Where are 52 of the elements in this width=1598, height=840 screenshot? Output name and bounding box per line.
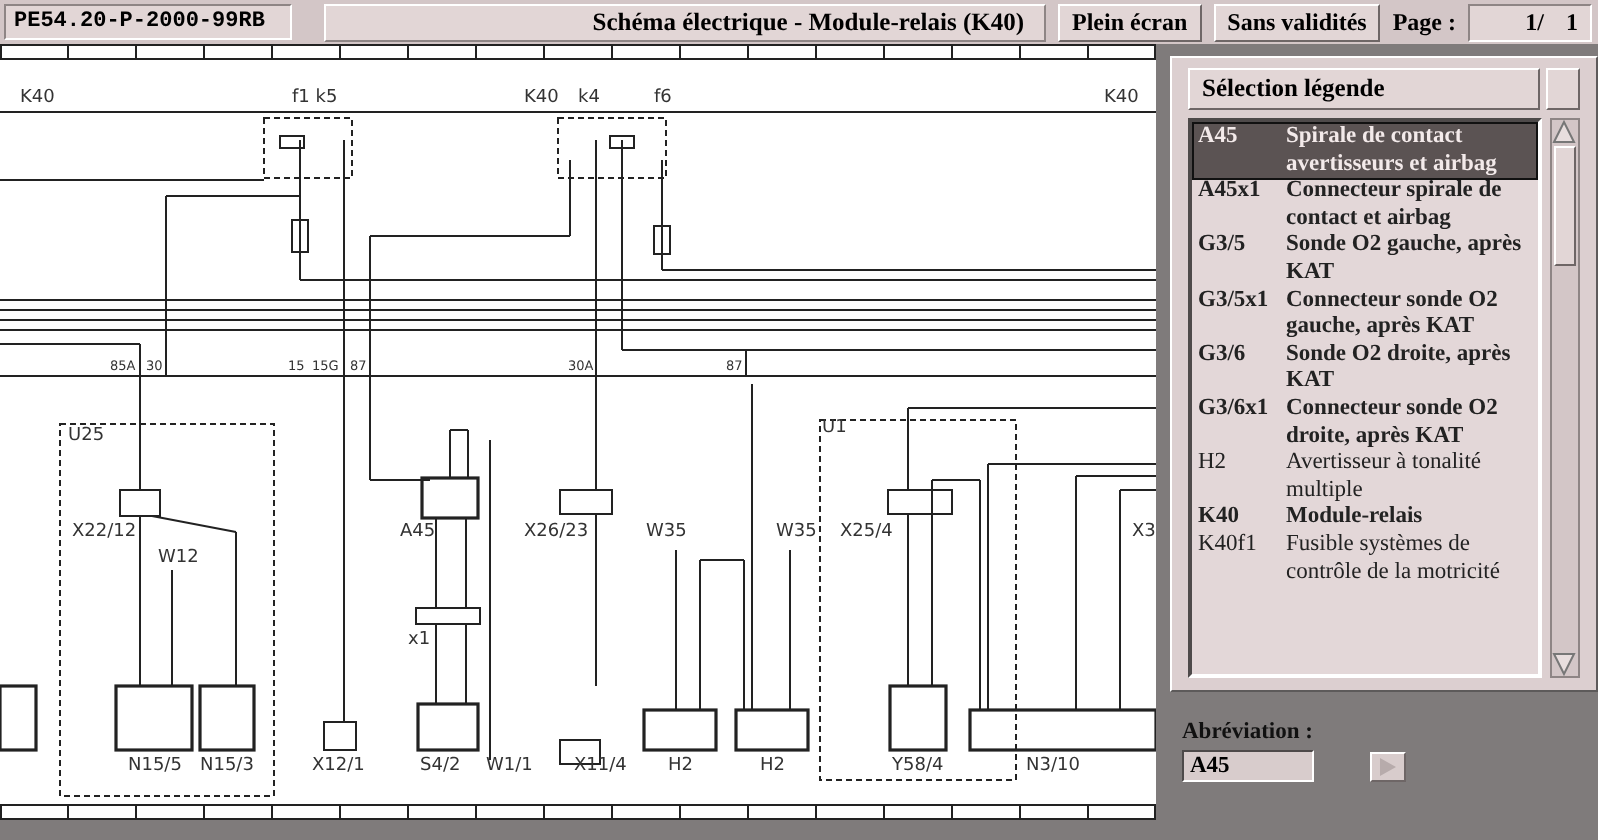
- legend-item[interactable]: A45x1 Connecteur spirale de contact et airbag: [1194, 178, 1536, 233]
- component-label: K40: [1104, 88, 1139, 108]
- component-label: W35: [776, 522, 817, 542]
- abbreviation-field[interactable]: A45: [1182, 750, 1314, 782]
- component-label: U1: [822, 418, 847, 438]
- page-label: Page :: [1392, 7, 1456, 37]
- component-label: X25/4: [840, 522, 893, 542]
- component-label: f1 k5: [292, 88, 338, 108]
- component-label: W35: [646, 522, 687, 542]
- component-label: A45: [400, 522, 436, 542]
- component-label: X12/1: [312, 756, 365, 776]
- component-label: X26/23: [524, 522, 589, 542]
- window-title: Schéma électrique - Module-relais (K40): [324, 3, 1046, 41]
- component-label: f6: [654, 88, 672, 108]
- toolbar-button[interactable]: Sans validités: [1213, 3, 1381, 41]
- component-label: X11/4: [574, 756, 627, 776]
- legend-item[interactable]: G3/5 Sonde O2 gauche, après KAT: [1194, 232, 1536, 288]
- component-label: W1/1: [486, 756, 533, 776]
- component-label: W12: [158, 548, 199, 568]
- small-button[interactable]: [1546, 68, 1580, 110]
- component-label: K40: [524, 88, 559, 108]
- component-label: N15/5: [128, 756, 182, 776]
- component-label: k4: [578, 88, 600, 108]
- play-button[interactable]: [1370, 751, 1406, 781]
- scroll-up-arrow-icon[interactable]: [1552, 120, 1576, 144]
- component-label: H2: [668, 756, 693, 776]
- component-label: K40: [20, 88, 55, 108]
- abbreviation-label: Abréviation :: [1182, 720, 1315, 744]
- legend-item[interactable]: G3/6 Sonde O2 droite, après KAT: [1194, 341, 1536, 396]
- page-number-field: 1/ 1: [1468, 3, 1592, 41]
- play-icon: [1378, 757, 1398, 775]
- component-label: N3/10: [1026, 756, 1080, 776]
- legend-item[interactable]: G3/6x1 Connecteur sonde O2 droite, après KAT: [1194, 395, 1536, 451]
- component-label: Y58/4: [892, 756, 944, 776]
- component-label: S4/2: [420, 756, 461, 776]
- legend-header-button[interactable]: Sélection légende: [1188, 68, 1540, 110]
- legend-item[interactable]: K40f1 Fusible systèmes de contrôle de la motricité: [1194, 531, 1536, 587]
- component-label: x1: [408, 630, 431, 650]
- component-label: U25: [68, 426, 105, 446]
- scrollbar[interactable]: [1550, 118, 1580, 678]
- scrollbar-thumb[interactable]: [1554, 146, 1576, 266]
- component-label: X3: [1132, 522, 1156, 542]
- legend-item[interactable]: A45 Spirale de contact avertisseurs et airbag: [1194, 124, 1536, 179]
- component-label: H2: [760, 756, 785, 776]
- legend-item[interactable]: H2 Avertisseur à tonalité multiple: [1194, 450, 1536, 505]
- component-label: N15/3: [200, 756, 254, 776]
- component-label: X22/12: [72, 522, 137, 542]
- toolbar-button[interactable]: Plein écran: [1058, 3, 1202, 41]
- legend-item[interactable]: K40 Module-relais: [1194, 504, 1536, 532]
- legend-item[interactable]: G3/5x1 Connecteur sonde O2 gauche, après KAT: [1194, 287, 1536, 342]
- document-id-field: PE54.20-P-2000-99RB: [4, 4, 292, 40]
- scroll-down-arrow-icon[interactable]: [1552, 652, 1576, 676]
